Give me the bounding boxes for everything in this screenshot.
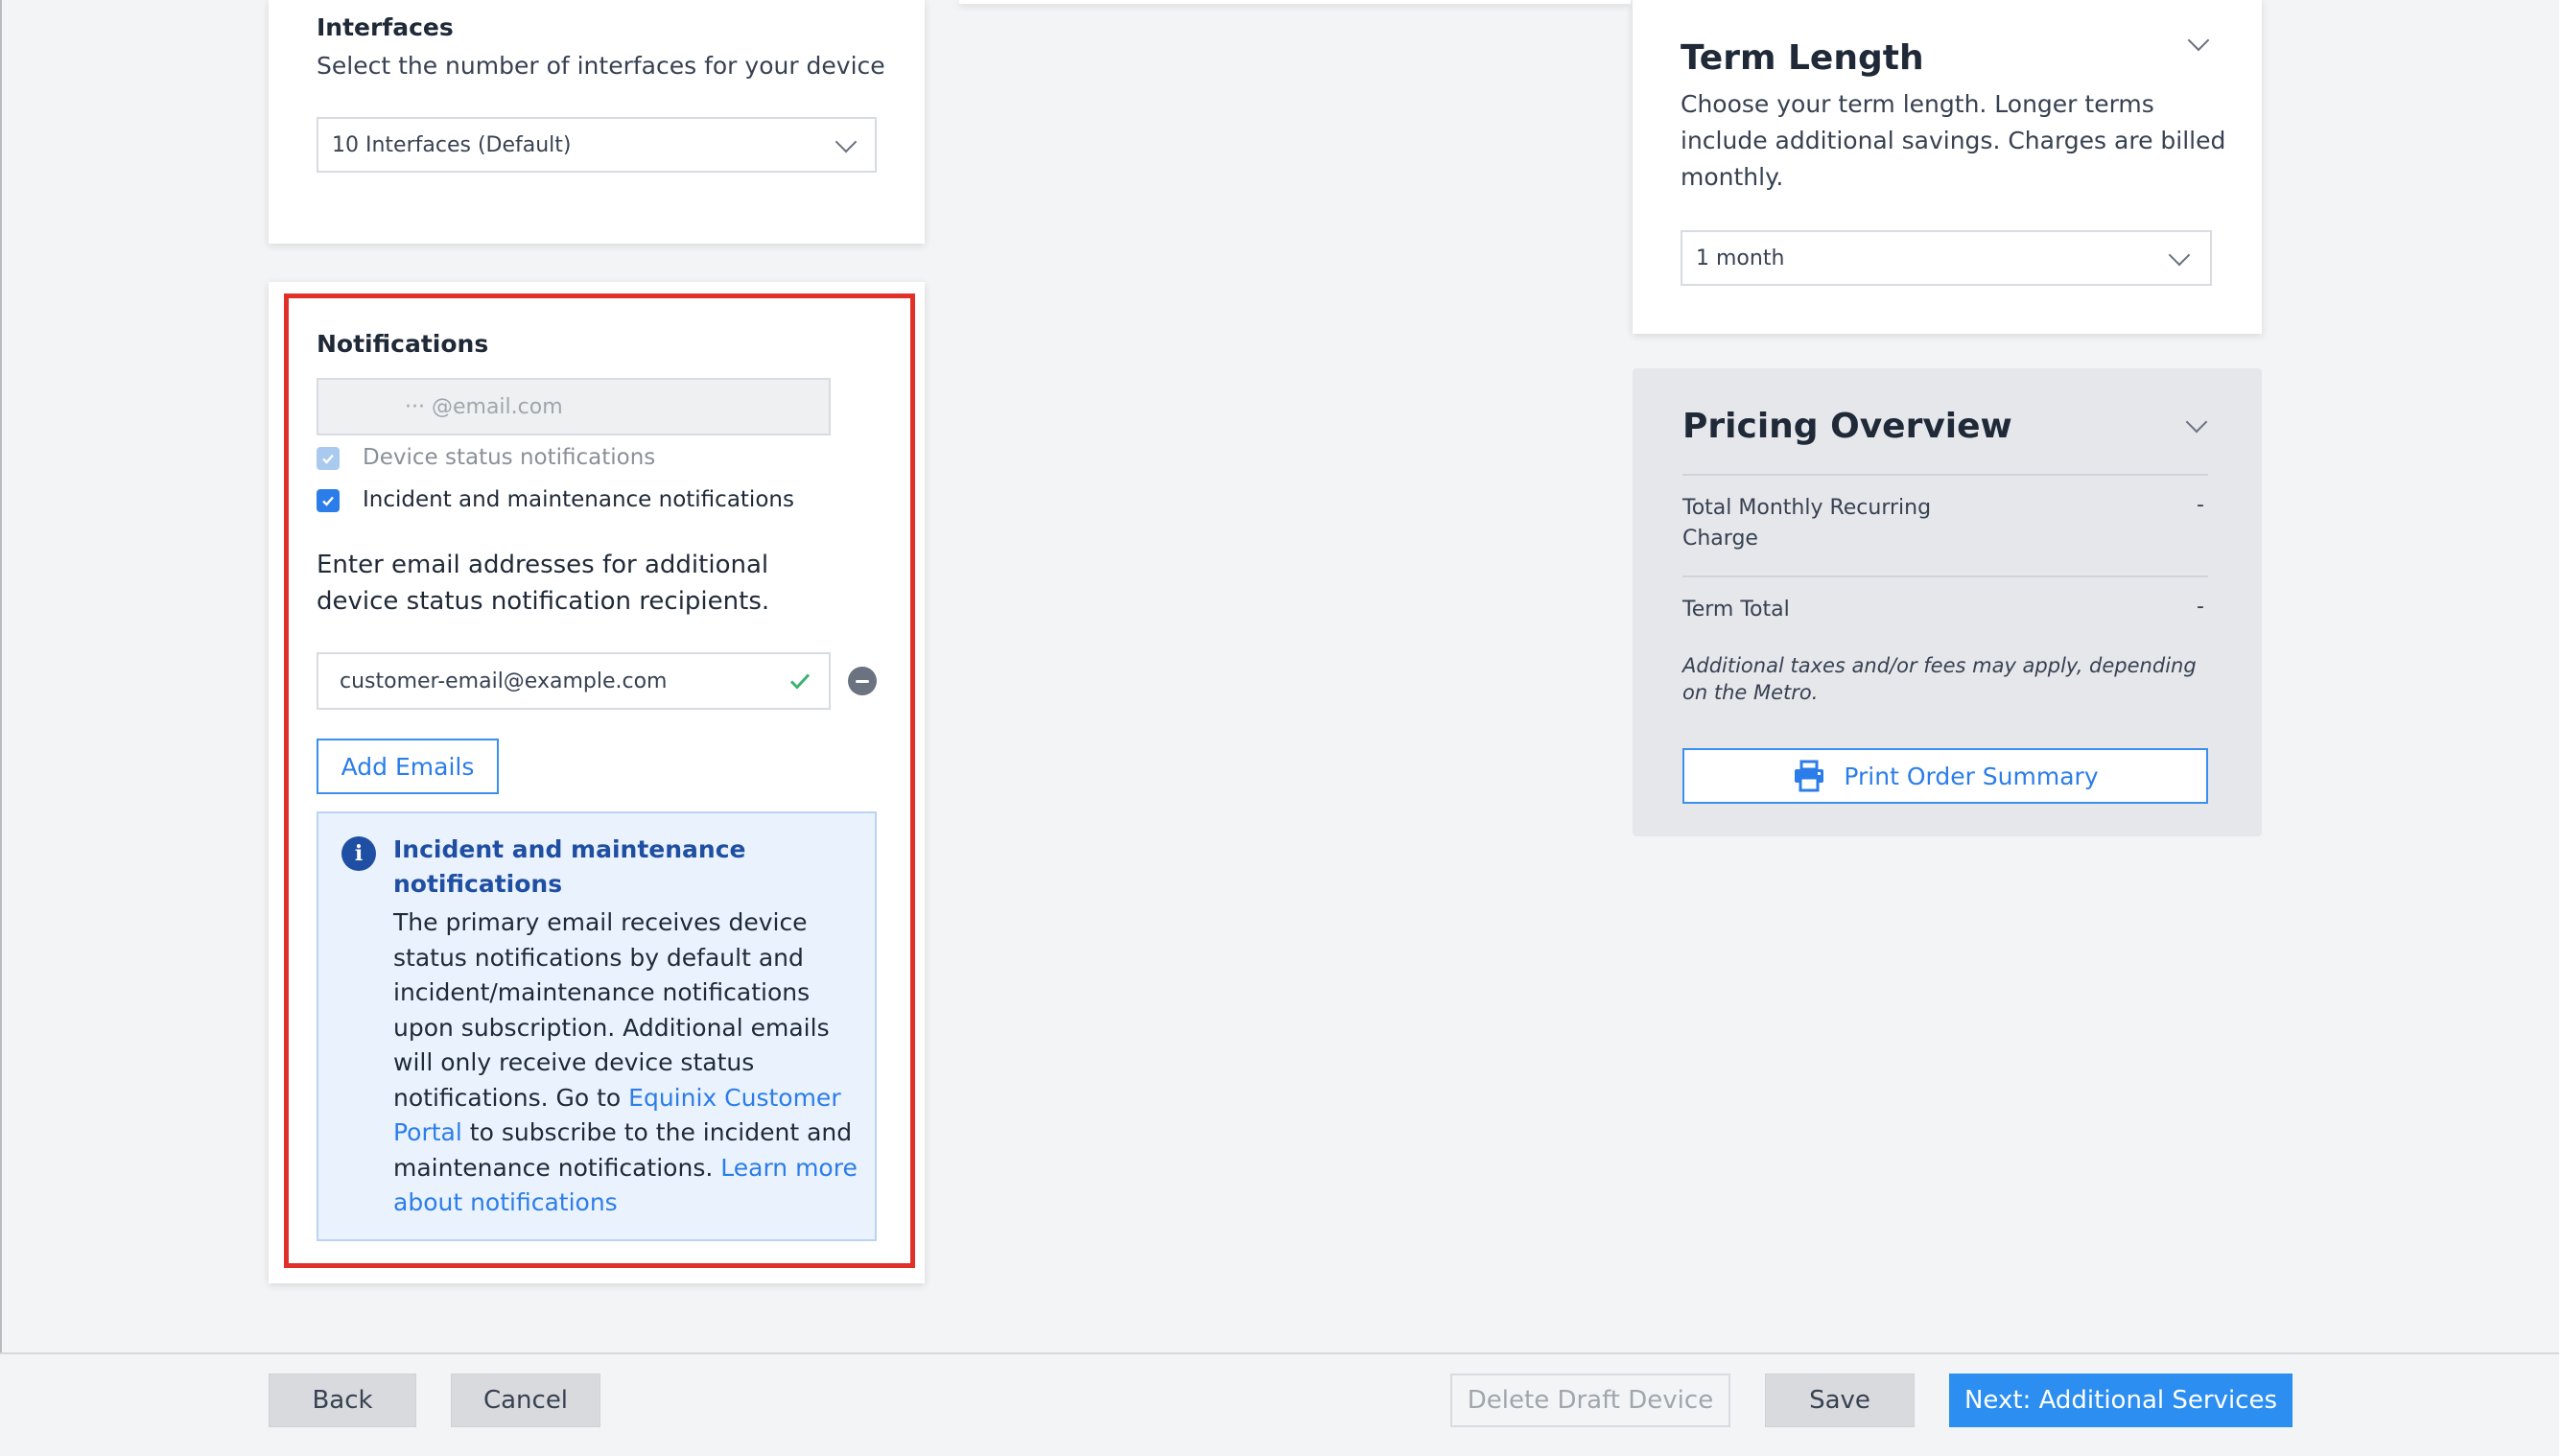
term-total-label: Term Total: [1682, 598, 1790, 622]
save-button[interactable]: Save: [1765, 1374, 1915, 1427]
back-label: Back: [312, 1386, 373, 1415]
next-label: Next: Additional Services: [1963, 1386, 2277, 1415]
additional-email-input[interactable]: customer-email@example.com: [317, 652, 831, 710]
next-additional-services-button[interactable]: Next: Additional Services: [1949, 1374, 2293, 1427]
delete-draft-label: Delete Draft Device: [1467, 1386, 1714, 1415]
window-edge: [0, 0, 2, 1456]
term-length-title: Term Length: [1681, 38, 1924, 78]
pricing-overview-title: Pricing Overview: [1682, 407, 2012, 446]
device-status-checkbox: [317, 447, 340, 470]
cancel-button[interactable]: Cancel: [451, 1374, 600, 1427]
info-body-text-1: The primary email receives device status…: [393, 908, 830, 1112]
check-icon: [322, 454, 334, 464]
print-order-summary-label: Print Order Summary: [1844, 762, 2099, 790]
interfaces-title: Interfaces: [317, 13, 454, 41]
add-emails-button[interactable]: Add Emails: [317, 739, 499, 794]
interfaces-select-value: 10 Interfaces (Default): [332, 132, 572, 157]
term-total-value: -: [2197, 595, 2204, 619]
print-order-summary-button[interactable]: Print Order Summary: [1682, 748, 2208, 804]
incident-label: Incident and maintenance notifications: [363, 487, 794, 512]
monthly-charge-label: Total Monthly Recurring Charge: [1682, 496, 1932, 551]
info-title: Incident and maintenance notifications: [393, 835, 746, 898]
monthly-charge-value: -: [2197, 493, 2204, 517]
incident-checkbox[interactable]: [317, 489, 340, 512]
primary-email-value: ··· @email.com: [405, 394, 563, 419]
remove-email-icon[interactable]: [848, 667, 877, 695]
valid-check-icon: [789, 673, 811, 690]
additional-emails-prompt: Enter email addresses for additional dev…: [317, 551, 770, 616]
notifications-title: Notifications: [317, 330, 489, 358]
info-icon: i: [341, 836, 376, 871]
back-button[interactable]: Back: [269, 1374, 416, 1427]
primary-email-field: ··· @email.com: [317, 378, 831, 435]
term-length-select-value: 1 month: [1696, 246, 1785, 270]
term-length-select[interactable]: 1 month: [1681, 230, 2212, 286]
interfaces-subtitle: Select the number of interfaces for your…: [317, 52, 885, 80]
info-body: The primary email receives device status…: [393, 905, 859, 1221]
divider: [1682, 474, 2208, 476]
term-length-description: Choose your term length. Longer terms in…: [1681, 90, 2226, 191]
printer-icon: [1795, 760, 1824, 792]
page: Interfaces Select the number of interfac…: [0, 0, 2563, 1456]
center-card-edge: [959, 0, 1631, 4]
window-gutter: [2559, 0, 2563, 1456]
save-label: Save: [1809, 1386, 1870, 1415]
divider: [1682, 575, 2208, 577]
check-icon: [322, 496, 334, 506]
cancel-label: Cancel: [482, 1386, 569, 1415]
interfaces-select[interactable]: 10 Interfaces (Default): [317, 117, 877, 173]
delete-draft-button[interactable]: Delete Draft Device: [1450, 1374, 1730, 1427]
pricing-disclaimer: Additional taxes and/or fees may apply, …: [1682, 654, 2197, 704]
device-status-label: Device status notifications: [363, 445, 656, 470]
additional-email-value: customer-email@example.com: [340, 669, 668, 693]
add-emails-label: Add Emails: [341, 752, 475, 781]
